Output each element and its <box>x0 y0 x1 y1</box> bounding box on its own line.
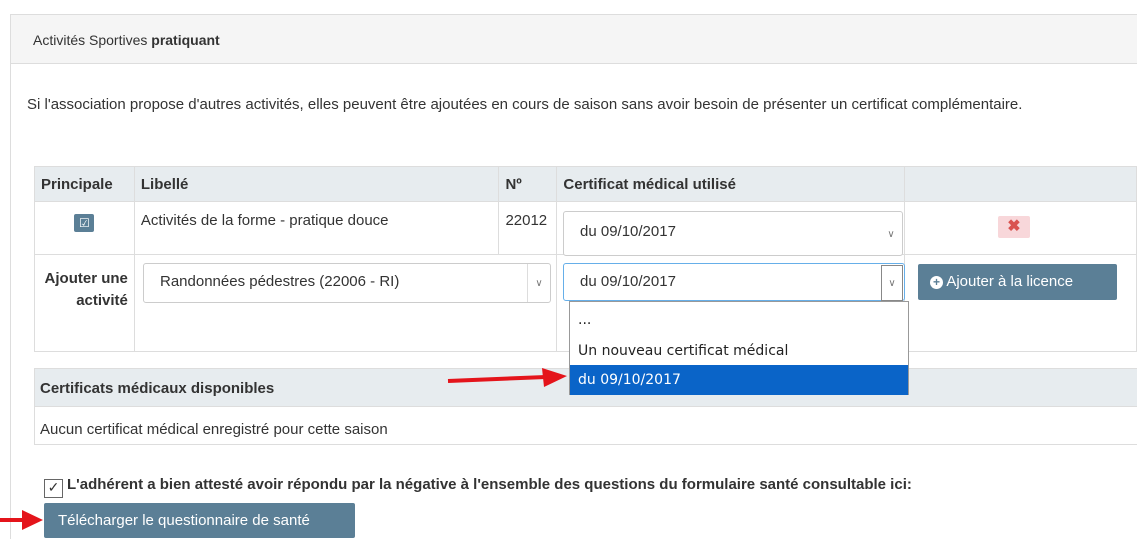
panel-heading: Activités Sportives pratiquant <box>11 15 1137 64</box>
activity-number: 22012 <box>498 201 558 255</box>
intro-text: Si l'association propose d'autres activi… <box>27 96 1023 113</box>
add-activity-label: Ajouter une activité <box>34 254 135 352</box>
chevron-down-icon: ∨ <box>527 264 550 302</box>
attestation-text: L'adhérent a bien attesté avoir répondu … <box>67 476 912 493</box>
new-certificate-select-value: du 09/10/2017 <box>580 273 676 290</box>
arrow-annotation <box>0 510 43 530</box>
plus-circle-icon: + <box>930 276 943 289</box>
add-to-license-label: Ajouter à la licence <box>946 273 1074 290</box>
chevron-down-icon: ∨ <box>881 265 903 301</box>
activity-label: Activités de la forme - pratique douce <box>133 201 500 255</box>
delete-icon[interactable]: ✖ <box>998 216 1030 238</box>
checked-square-icon[interactable]: ☑ <box>74 214 95 232</box>
certificate-select-value: du 09/10/2017 <box>580 223 676 240</box>
attestation-checkbox[interactable]: ✓ <box>44 479 63 498</box>
col-libelle: Libellé <box>133 166 500 202</box>
certificate-dropdown-list: ... Un nouveau certificat médical du 09/… <box>569 301 909 395</box>
col-numero: Nº <box>498 166 558 202</box>
col-actions <box>904 166 1137 202</box>
col-principale: Principale <box>34 166 135 202</box>
dropdown-option[interactable]: ... <box>570 305 908 335</box>
col-certificat: Certificat médical utilisé <box>556 166 906 202</box>
add-to-license-button[interactable]: + Ajouter à la licence <box>918 264 1117 300</box>
chevron-down-icon: ∨ <box>887 229 895 240</box>
dropdown-option-selected[interactable]: du 09/10/2017 <box>570 365 908 395</box>
panel-title-bold: pratiquant <box>151 32 220 48</box>
new-certificate-select[interactable]: du 09/10/2017 ∨ <box>563 263 905 301</box>
attestation: ✓ L'adhérent a bien attesté avoir répondu… <box>44 476 912 498</box>
activity-select-value: Randonnées pédestres (22006 - RI) <box>160 273 400 290</box>
certificates-title: Certificats médicaux disponibles <box>40 380 275 397</box>
activity-select[interactable]: Randonnées pédestres (22006 - RI) ∨ <box>143 263 551 303</box>
certificate-select[interactable]: du 09/10/2017 ∨ <box>563 211 903 256</box>
panel-title: Activités Sportives pratiquant <box>33 32 220 48</box>
table-header-row: Principale Libellé Nº Certificat médical… <box>34 166 1137 202</box>
download-questionnaire-button[interactable]: Télécharger le questionnaire de santé <box>44 503 355 538</box>
principal-cell: ☑ <box>34 201 135 255</box>
dropdown-option[interactable]: Un nouveau certificat médical <box>570 336 908 366</box>
arrow-annotation <box>447 368 567 387</box>
certificates-empty-text: Aucun certificat médical enregistré pour… <box>40 421 388 438</box>
